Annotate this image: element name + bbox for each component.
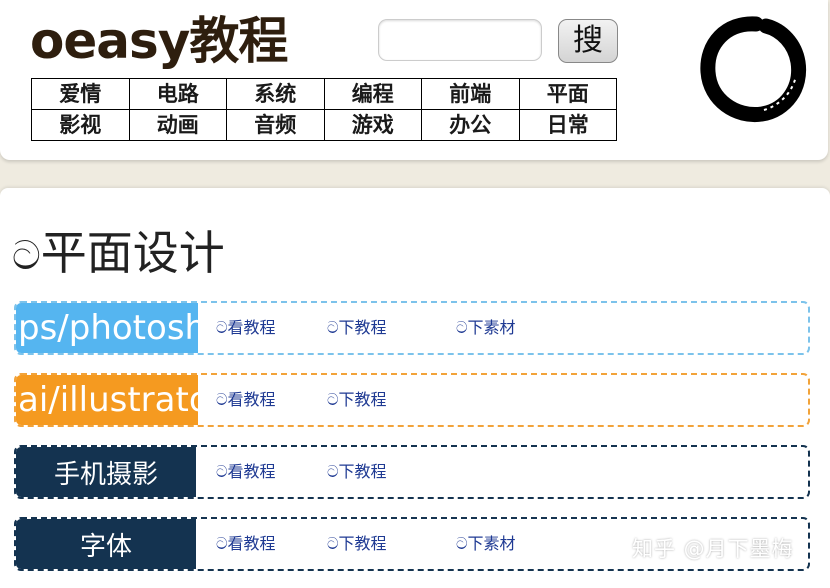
site-logo[interactable]: oeasy教程 xyxy=(30,6,288,76)
watch-tutorial-link[interactable]: ට看教程 xyxy=(216,303,276,353)
nav-item-graphic[interactable]: 平面 xyxy=(519,79,617,110)
nav-item-circuit[interactable]: 电路 xyxy=(129,79,227,110)
nav-item-love[interactable]: 爱情 xyxy=(32,79,130,110)
nav-item-game[interactable]: 游戏 xyxy=(324,110,422,141)
course-row-photoshop: ps/photoshop ට看教程 ට下教程 ට下素材 xyxy=(14,301,810,355)
nav-item-system[interactable]: 系统 xyxy=(227,79,325,110)
download-tutorial-link[interactable]: ට下教程 xyxy=(327,447,387,497)
watch-tutorial-link[interactable]: ට看教程 xyxy=(216,375,276,425)
nav-item-frontend[interactable]: 前端 xyxy=(422,79,520,110)
course-label[interactable]: ai/illustrator xyxy=(16,375,198,425)
watermark: 知乎 @月下墨梅 xyxy=(632,537,794,561)
nav-item-office[interactable]: 办公 xyxy=(422,110,520,141)
site-header: oeasy教程 搜 爱情 电路 系统 编程 前端 平面 影视 动画 音频 游戏 … xyxy=(0,0,828,160)
course-label[interactable]: ps/photoshop xyxy=(16,303,198,353)
nav-item-video[interactable]: 影视 xyxy=(32,110,130,141)
nav-item-daily[interactable]: 日常 xyxy=(519,110,617,141)
nav-item-programming[interactable]: 编程 xyxy=(324,79,422,110)
nav-item-animation[interactable]: 动画 xyxy=(129,110,227,141)
watch-tutorial-link[interactable]: ට看教程 xyxy=(216,447,276,497)
swirl-icon: ට xyxy=(12,233,41,279)
download-tutorial-link[interactable]: ට下教程 xyxy=(327,375,387,425)
course-label[interactable]: 手机摄影 xyxy=(16,447,196,497)
section-title-text: 平面设计 xyxy=(40,226,225,280)
download-assets-link[interactable]: ට下素材 xyxy=(456,519,516,569)
download-tutorial-link[interactable]: ට下教程 xyxy=(327,519,387,569)
course-label[interactable]: 字体 xyxy=(16,519,196,569)
search-input[interactable] xyxy=(378,19,542,61)
nav-item-audio[interactable]: 音频 xyxy=(227,110,325,141)
course-row-illustrator: ai/illustrator ට看教程 ට下教程 xyxy=(14,373,810,427)
search-button[interactable]: 搜 xyxy=(558,19,618,63)
category-nav: 爱情 电路 系统 编程 前端 平面 影视 动画 音频 游戏 办公 日常 xyxy=(31,78,617,141)
watch-tutorial-link[interactable]: ට看教程 xyxy=(216,519,276,569)
section-title: ට平面设计 xyxy=(12,218,225,291)
course-row-mobile-photography: 手机摄影 ට看教程 ට下教程 xyxy=(14,445,810,499)
download-assets-link[interactable]: ට下素材 xyxy=(456,303,516,353)
enso-circle-icon xyxy=(700,16,807,123)
download-tutorial-link[interactable]: ට下教程 xyxy=(327,303,387,353)
